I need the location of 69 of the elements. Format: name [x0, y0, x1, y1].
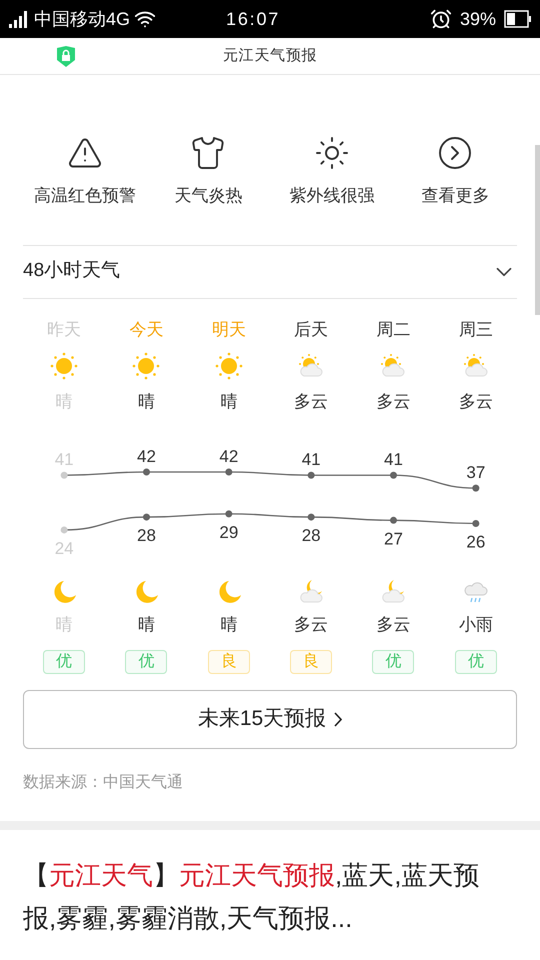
temperature-label: 28 — [137, 526, 156, 546]
data-point — [143, 468, 150, 476]
temperature-label: 41 — [302, 450, 321, 470]
battery-percent: 39% — [460, 8, 496, 30]
data-source: 数据来源：中国天气通 — [23, 772, 184, 792]
sun-icon — [50, 352, 78, 380]
partly-cloudy-icon — [379, 352, 408, 380]
chevron-right-icon — [334, 712, 342, 726]
alarm-icon — [430, 8, 452, 30]
weather-label: 小雨 — [458, 614, 493, 636]
weather-label: 多云 — [376, 614, 410, 636]
air-quality-tag: 优 — [43, 650, 86, 674]
data-point — [308, 472, 315, 479]
air-quality-tag: 优 — [454, 650, 497, 674]
air-quality-tag: 优 — [372, 650, 414, 674]
temperature-label: 41 — [384, 450, 403, 470]
data-point — [60, 472, 68, 479]
carrier-label: 中国移动4G — [34, 8, 130, 30]
sun-icon — [314, 135, 350, 171]
weather-label: 晴 — [220, 390, 238, 412]
weather-label: 晴 — [138, 390, 155, 412]
weather-label: 多云 — [294, 390, 328, 412]
air-quality-tag: 良 — [290, 650, 332, 674]
weather-label: 多云 — [458, 390, 493, 412]
day-label: 今天 — [129, 318, 164, 340]
temperature-label: 37 — [466, 463, 486, 482]
signal-icon — [8, 10, 30, 28]
partly-cloudy-icon — [462, 352, 490, 380]
data-point — [472, 484, 480, 492]
day-label: 明天 — [212, 318, 246, 340]
sun-icon — [132, 352, 160, 380]
article-title[interactable]: 【元江天气】元江天气预报,蓝天,蓝天预报,雾霾,雾霾消散,天气预报... — [23, 854, 503, 940]
day-label: 周二 — [376, 318, 410, 340]
temperature-label: 42 — [137, 447, 156, 466]
weather-label: 晴 — [220, 614, 238, 636]
forecast-15-day-button[interactable]: 未来15天预报 — [23, 690, 517, 748]
data-point — [472, 520, 480, 528]
tip-label[interactable]: 天气炎热 — [174, 183, 242, 208]
sun-icon — [214, 352, 243, 380]
shirt-icon — [190, 135, 226, 171]
tip-label[interactable]: 查看更多 — [421, 183, 490, 208]
data-point — [60, 526, 68, 534]
tip-label[interactable]: 紫外线很强 — [289, 183, 374, 208]
section-title: 48小时天气 — [23, 259, 120, 284]
weather-label: 晴 — [138, 614, 155, 636]
temperature-label: 27 — [384, 529, 403, 548]
temperature-label: 42 — [219, 447, 238, 466]
data-point — [143, 514, 150, 521]
weather-label: 多云 — [294, 614, 328, 636]
data-point — [225, 510, 232, 518]
day-label: 后天 — [294, 318, 328, 340]
battery-icon — [504, 10, 532, 28]
chevron-right-icon — [437, 135, 474, 171]
partly-cloudy-icon — [297, 352, 326, 380]
weather-label: 多云 — [376, 390, 410, 412]
clock: 16:07 — [226, 8, 280, 30]
lock-shield-icon — [57, 46, 75, 67]
page-title: 元江天气预报 — [222, 46, 318, 66]
data-point — [225, 468, 232, 476]
day-label: 周三 — [458, 318, 493, 340]
data-point — [308, 514, 315, 521]
data-point — [390, 472, 397, 479]
air-quality-tag: 良 — [208, 650, 250, 674]
temperature-label: 26 — [466, 532, 486, 552]
tip-label[interactable]: 高温红色预警 — [34, 183, 136, 208]
temperature-label: 29 — [219, 522, 238, 542]
temperature-label: 28 — [302, 526, 321, 546]
data-point — [390, 516, 397, 524]
air-quality-tag: 优 — [125, 650, 168, 674]
